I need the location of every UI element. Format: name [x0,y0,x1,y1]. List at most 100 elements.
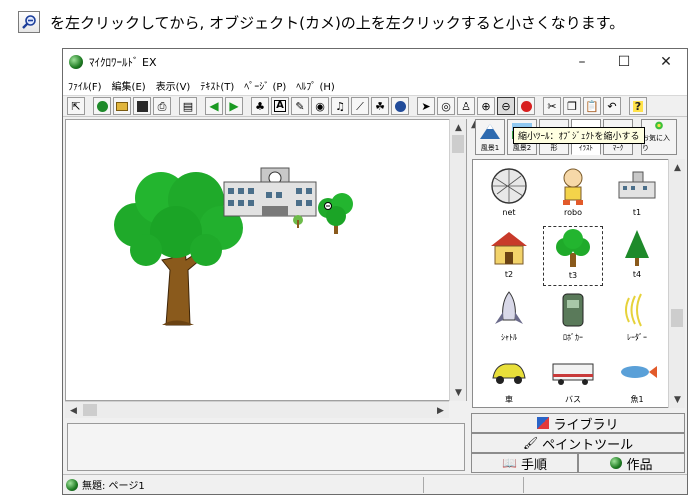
pen-draw-icon[interactable]: ✎ [291,97,309,115]
eye-view-icon[interactable]: ◉ [311,97,329,115]
library-item-t1[interactable]: t1 [607,164,667,224]
tooltip: 縮小ﾂｰﾙ：ｵﾌﾞｼﾞｪｸﾄを縮小する [513,127,645,144]
library-item-car[interactable]: 車 [479,350,539,407]
stamp-character-icon[interactable]: ♣ [251,97,269,115]
car-icon [492,363,526,384]
person-run-icon[interactable]: ☘ [371,97,389,115]
back-arrow-icon[interactable]: ◀ [205,97,223,115]
library-scroll-up-icon[interactable]: ▲ [669,159,686,176]
library-scroll-down-icon[interactable]: ▼ [669,391,686,408]
school-building-icon [618,171,656,199]
steps-button[interactable]: 📖 手順 [471,453,578,473]
scissors-cut-icon[interactable]: ✂ [543,97,561,115]
zoom-out-magnifier-icon [18,11,40,33]
paint-tool-button[interactable]: 🖌 ペイントツール [471,433,685,453]
canvas-horizontal-scrollbar[interactable]: ◀ ▶ [65,401,449,418]
menu-text[interactable]: ﾃｷｽﾄ(T) [195,78,239,93]
forward-arrow-icon[interactable]: ▶ [225,97,243,115]
library-item-robo[interactable]: robo [543,164,603,224]
library-vertical-scrollbar[interactable]: ▲ ▼ [668,159,685,408]
tab-favorites[interactable]: お気に入り [641,119,677,155]
title-bar[interactable]: ﾏｲｸﾛﾜｰﾙﾄﾞ EX – ☐ ✕ [63,49,687,75]
library-item-radar[interactable]: ﾚｰﾀﾞｰ [607,288,667,348]
library-scroll-thumb[interactable] [671,309,683,327]
menu-help[interactable]: ﾍﾙﾌﾟ (H) [291,78,340,93]
status-text: 無題: ページ1 [82,481,145,492]
library-item-robocar[interactable]: ﾛﾎﾞｶｰ [543,288,603,348]
minimize-button[interactable]: – [561,49,603,75]
tree-icon [556,229,590,267]
mountain-icon [480,124,500,139]
status-separator [423,477,424,493]
scroll-up-icon[interactable]: ▲ [450,119,467,136]
save-disk-icon[interactable] [133,97,151,115]
canvas-vertical-scrollbar[interactable]: ▲ ▼ [449,119,466,401]
window-title: ﾏｲｸﾛﾜｰﾙﾄﾞ EX [89,56,157,69]
vertical-scroll-thumb[interactable] [452,135,464,153]
instruction-text: を左クリックしてから, オブジェクト(カメ)の上を左クリックすると小さくなります… [50,13,625,32]
bus-icon [552,363,594,385]
world-object-icon[interactable] [391,97,409,115]
library-item-bus[interactable]: バス [543,350,603,407]
menu-file[interactable]: ﾌｧｲﾙ(F) [63,78,107,93]
magic-wand-icon[interactable]: ⟋ [351,97,369,115]
message-area [67,423,465,471]
library-item-net[interactable]: net [479,164,539,224]
sparkle-star-icon [655,121,663,130]
space-shuttle-icon [495,291,523,324]
tab-scenery1[interactable]: 風景1 [475,119,505,155]
globe-button[interactable] [93,97,111,115]
menu-view[interactable]: 表示(V) [151,78,196,93]
horizontal-scroll-thumb[interactable] [83,404,97,416]
close-button[interactable]: ✕ [645,49,687,75]
menu-edit[interactable]: 編集(E) [107,78,151,93]
globe-works-icon [610,457,623,469]
library-button[interactable]: ライブラリ [471,413,685,433]
menu-page[interactable]: ﾍﾟｰｼﾞ (P) [239,78,291,93]
status-globe-icon [66,478,78,491]
app-globe-icon [69,55,83,69]
toolbar: ⇱ ⎙ ▤ ◀ ▶ ♣ A ✎ ◉ ♫ ⟋ ☘ ➤ ◎ ♙ ⊕ ⊖ ✂ ❐ 📋 … [63,95,687,117]
copy-icon[interactable]: ❐ [563,97,581,115]
library-item-shuttle[interactable]: ｼｬﾄﾙ [479,288,539,348]
arrow-cursor-icon[interactable]: ➤ [417,97,435,115]
undo-icon[interactable]: ↶ [603,97,621,115]
music-note-icon[interactable]: ♫ [331,97,349,115]
pointer-toggle-button[interactable]: ⇱ [67,97,85,115]
eye-icon[interactable]: ◎ [437,97,455,115]
fish-icon [621,366,657,378]
library-grid: net robo t1 t2 t3 t4 ｼｬﾄﾙ ﾛﾎﾞｶｰ ﾚｰﾀﾞｰ 車 … [472,159,685,408]
library-item-t3[interactable]: t3 [543,226,603,286]
print-icon[interactable]: ⎙ [153,97,171,115]
works-button[interactable]: 作品 [578,453,685,473]
school-building-object[interactable] [223,167,317,217]
zoom-out-icon[interactable]: ⊖ [497,97,515,115]
scroll-right-icon[interactable]: ▶ [432,402,449,419]
zoom-in-icon[interactable]: ⊕ [477,97,495,115]
menu-bar: ﾌｧｲﾙ(F) 編集(E) 表示(V) ﾃｷｽﾄ(T) ﾍﾟｰｼﾞ (P) ﾍﾙ… [63,75,687,95]
stop-hand-icon[interactable] [517,97,535,115]
text-box-icon[interactable]: A [271,97,289,115]
scroll-left-icon[interactable]: ◀ [65,402,82,419]
library-item-t2[interactable]: t2 [479,226,539,286]
zoom-cursor-marker [324,202,332,210]
library-item-fish1[interactable]: 魚1 [607,350,667,407]
house-icon [491,232,527,265]
paste-icon[interactable]: 📋 [583,97,601,115]
open-folder-icon[interactable] [113,97,131,115]
maximize-button[interactable]: ☐ [603,49,645,75]
robot-icon [563,168,583,205]
page-list-icon[interactable]: ▤ [179,97,197,115]
status-separator [523,477,524,493]
status-bar: 無題: ページ1 [63,474,687,494]
canvas-scene [114,167,353,326]
person-icon[interactable]: ♙ [457,97,475,115]
help-question-icon[interactable]: ? [629,97,647,115]
app-window: ﾏｲｸﾛﾜｰﾙﾄﾞ EX – ☐ ✕ ﾌｧｲﾙ(F) 編集(E) 表示(V) ﾃ… [62,48,688,495]
drawing-canvas[interactable] [65,119,467,401]
library-shapes-icon [537,417,550,429]
conifer-tree-icon [625,230,649,266]
library-item-t4[interactable]: t4 [607,226,667,286]
scroll-down-icon[interactable]: ▼ [450,384,467,401]
radar-waves-icon [625,293,642,327]
